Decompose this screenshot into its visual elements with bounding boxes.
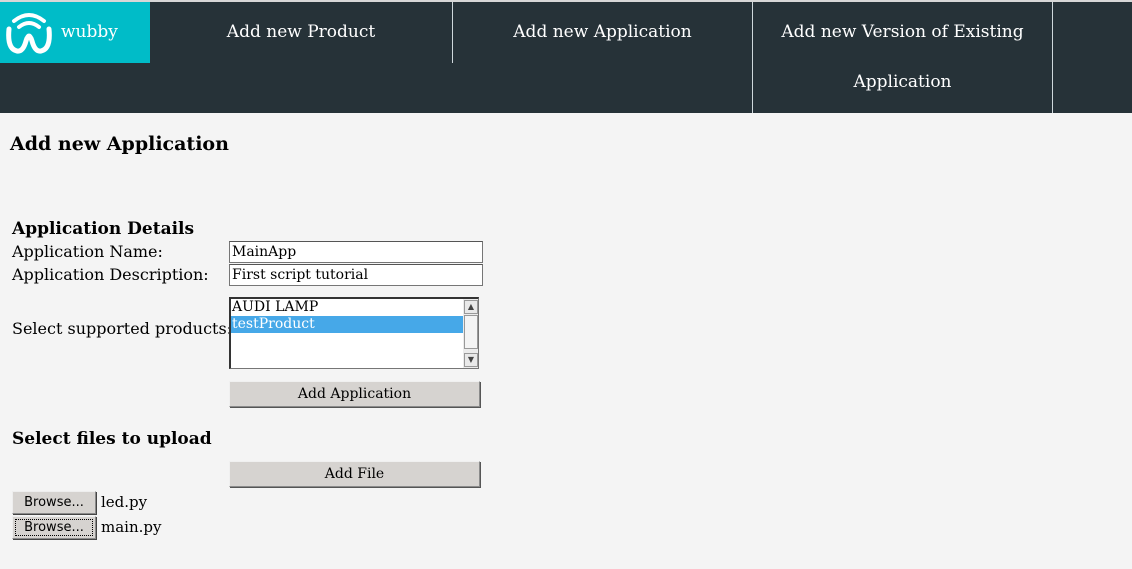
select-files-heading: Select files to upload: [12, 429, 212, 449]
nav-add-new-version[interactable]: Add new Version of Existing Application: [752, 2, 1053, 113]
product-option[interactable]: AUDI LAMP: [231, 299, 464, 316]
page-title: Add new Application: [10, 133, 229, 155]
add-application-button[interactable]: Add Application: [229, 381, 480, 407]
nav-add-new-application[interactable]: Add new Application: [452, 2, 752, 63]
supported-products-listbox[interactable]: AUDI LAMP testProduct ▲ ▼: [229, 297, 479, 369]
application-description-input[interactable]: [229, 264, 483, 286]
scroll-up-arrow-icon[interactable]: ▲: [464, 300, 478, 314]
nav-add-new-version-label-line1: Add new Version of Existing: [781, 22, 1024, 42]
selected-file-name: led.py: [101, 493, 148, 511]
browse-button[interactable]: Browse...: [12, 516, 96, 539]
listbox-scrollbar[interactable]: ▲ ▼: [463, 299, 478, 368]
application-details-heading: Application Details: [12, 219, 195, 239]
brand-home-link[interactable]: wubby: [0, 2, 150, 63]
nav-add-new-version-label-line2: Application: [853, 72, 952, 92]
application-description-label: Application Description:: [12, 265, 209, 284]
scroll-down-arrow-icon[interactable]: ▼: [464, 353, 478, 367]
scroll-thumb[interactable]: [464, 315, 478, 349]
application-name-label: Application Name:: [12, 242, 163, 261]
product-option-selected[interactable]: testProduct: [231, 316, 464, 333]
nav-add-new-product-label: Add new Product: [226, 22, 376, 42]
brand-name: wubby: [61, 22, 118, 42]
application-name-input[interactable]: [229, 241, 483, 263]
selected-file-name: main.py: [101, 518, 162, 536]
add-file-button[interactable]: Add File: [229, 461, 480, 487]
wubby-logo-icon: [6, 13, 52, 54]
supported-products-label: Select supported products:: [12, 319, 233, 338]
nav-add-new-product[interactable]: Add new Product: [151, 2, 451, 63]
nav-add-new-application-label: Add new Application: [513, 22, 692, 42]
top-navbar: wubby Add new Product Add new Applicatio…: [0, 2, 1132, 113]
browse-button[interactable]: Browse...: [12, 491, 96, 514]
